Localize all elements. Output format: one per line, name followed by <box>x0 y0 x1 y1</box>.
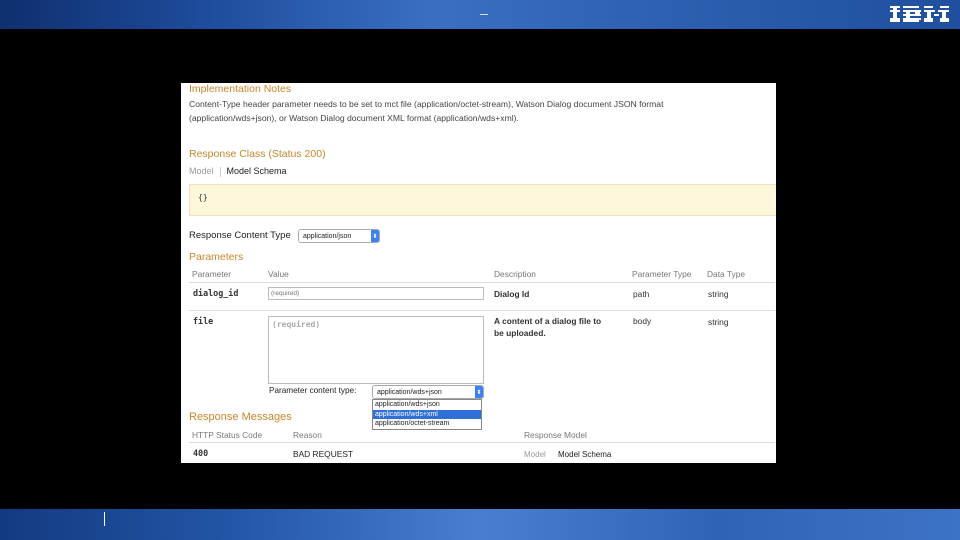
msg-header-rule <box>189 442 775 443</box>
msg-status-code: 400 <box>193 448 209 458</box>
param-content-type-value: application/wds+json <box>377 388 442 396</box>
data-type-dialog-id: string <box>708 289 729 299</box>
response-content-type-value: application/json <box>303 232 352 240</box>
tab-model-schema[interactable]: Model Schema <box>227 166 287 176</box>
param-desc-file-line-1: A content of a dialog file to <box>494 316 602 326</box>
param-name-file: file <box>193 316 214 326</box>
slide-header-band <box>0 0 960 29</box>
implementation-notes-title: Implementation Notes <box>189 83 292 95</box>
api-docs-screenshot: Implementation Notes Content-Type header… <box>181 83 776 463</box>
dropdown-option-wds-json[interactable]: application/wds+json <box>373 400 481 410</box>
file-textarea[interactable]: (required) <box>268 316 484 384</box>
param-type-file: body <box>633 316 652 326</box>
file-textarea-placeholder: (required) <box>272 320 321 329</box>
slide-footer-band <box>0 509 960 540</box>
dropdown-option-wds-xml[interactable]: application/wds+xml <box>373 409 481 419</box>
param-name-dialog-id: dialog_id <box>193 288 239 298</box>
select-arrow-icon: ⬍ <box>371 230 379 242</box>
param-desc-dialog-id: Dialog Id <box>494 289 530 299</box>
msg-reason: BAD REQUEST <box>293 449 354 459</box>
parameters-title: Parameters <box>189 251 244 263</box>
param-header-value: Value <box>268 269 289 279</box>
model-schema-box: {} <box>189 184 776 216</box>
msg-tab-model-schema[interactable]: Model Schema <box>558 450 611 459</box>
param-desc-file-line-2: be uploaded. <box>494 328 546 338</box>
footer-divider <box>104 512 105 526</box>
msg-header-status-code: HTTP Status Code <box>192 430 263 440</box>
tab-model[interactable]: Model <box>189 166 214 176</box>
msg-tab-model[interactable]: Model <box>524 450 546 459</box>
response-content-type-label: Response Content Type <box>189 230 291 241</box>
param-content-type-dropdown: application/wds+json application/wds+xml… <box>372 399 482 430</box>
param-header-parameter: Parameter <box>192 269 232 279</box>
dropdown-option-octet-stream[interactable]: application/octet-stream <box>373 419 481 429</box>
msg-header-reason: Reason <box>293 430 322 440</box>
implementation-notes-line-2: (application/wds+json), or Watson Dialog… <box>189 113 519 123</box>
param-content-type-label: Parameter content type: <box>269 386 357 395</box>
header-mark <box>480 14 488 15</box>
param-header-parameter-type: Parameter Type <box>632 269 692 279</box>
schema-value: {} <box>198 193 208 202</box>
param-header-data-type: Data Type <box>707 269 746 279</box>
msg-header-response-model: Response Model <box>524 430 587 440</box>
select-arrow-icon: ⬍ <box>475 386 483 398</box>
dialog-id-input[interactable] <box>268 287 484 300</box>
response-messages-title: Response Messages <box>189 411 292 423</box>
param-content-type-select[interactable]: application/wds+json ⬍ <box>372 385 484 399</box>
response-content-type-select[interactable]: application/json ⬍ <box>298 229 380 243</box>
model-tabs: Model Model Schema <box>189 166 287 177</box>
param-header-rule <box>189 282 775 283</box>
param-type-dialog-id: path <box>633 289 650 299</box>
param-row-rule <box>189 310 775 311</box>
param-header-description: Description <box>494 269 536 279</box>
data-type-file: string <box>708 317 729 327</box>
ibm-logo <box>890 6 949 22</box>
implementation-notes-line-1: Content-Type header parameter needs to b… <box>189 99 664 109</box>
response-class-title: Response Class (Status 200) <box>189 148 326 160</box>
